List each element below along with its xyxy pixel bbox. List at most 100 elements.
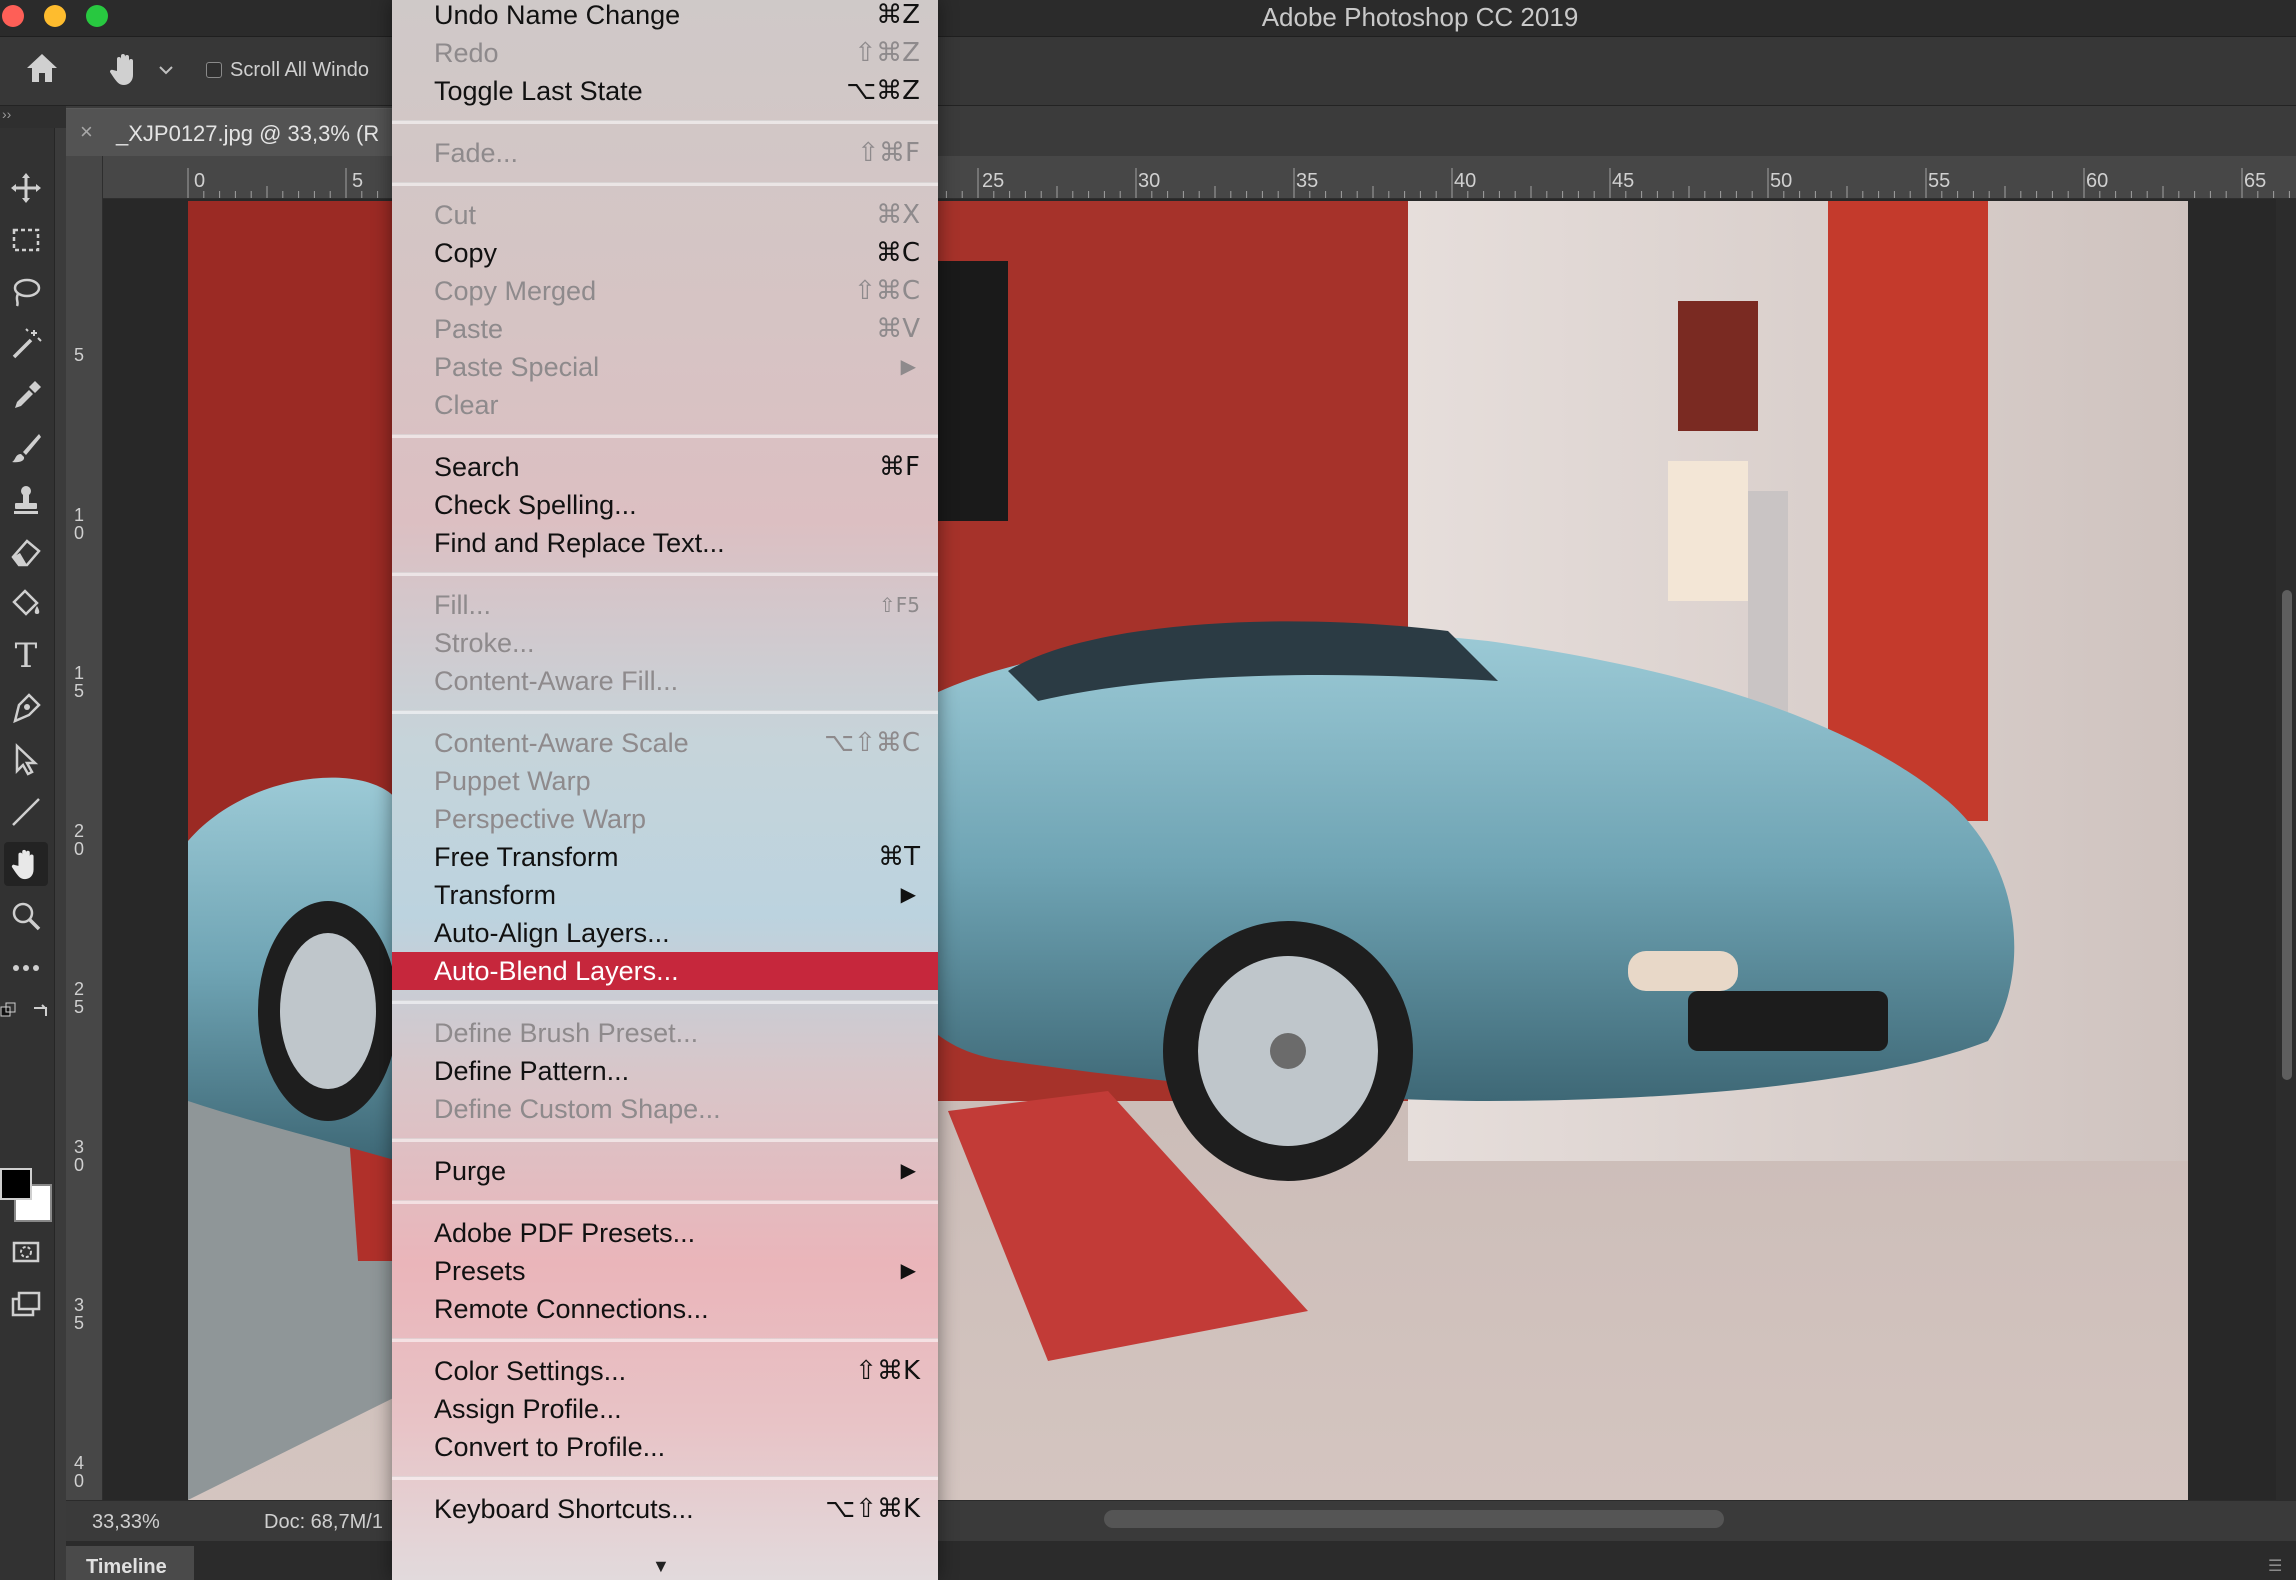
home-icon[interactable] xyxy=(24,51,60,90)
scroll-all-windows-label: Scroll All Windo xyxy=(230,59,369,81)
stamp-tool[interactable] xyxy=(4,478,48,522)
ruler-label: 35 xyxy=(1296,170,1319,192)
ruler-label: 35 xyxy=(74,1295,85,1333)
ruler-label: 20 xyxy=(74,821,85,859)
vertical-scrollbar-thumb[interactable] xyxy=(2282,590,2292,1080)
menu-item-auto-align-layers[interactable]: Auto-Align Layers... xyxy=(392,914,938,952)
horizontal-scrollbar-thumb[interactable] xyxy=(1104,1510,1724,1528)
menu-item-search[interactable]: Search ⌘F xyxy=(392,448,938,486)
brush-tool-icon xyxy=(12,434,41,463)
ruler-label: 45 xyxy=(1612,170,1635,192)
brush-tool[interactable] xyxy=(4,426,48,470)
checkbox-box[interactable] xyxy=(206,62,222,78)
submenu-arrow-icon: ▶ xyxy=(900,356,916,378)
preset-dropdown-icon[interactable] xyxy=(158,63,174,81)
window-title: Adobe Photoshop CC 2019 xyxy=(1261,2,1579,32)
menu-item-purge[interactable]: Purge ▶ xyxy=(392,1152,938,1190)
menu-item-clear: Clear xyxy=(434,390,499,420)
marquee-tool-icon xyxy=(12,228,40,252)
menu-scroll-down-icon[interactable]: ▼ xyxy=(652,1556,670,1577)
menu-separator xyxy=(392,1476,938,1480)
hand-tool[interactable] xyxy=(4,842,48,886)
ruler-label: 0 xyxy=(194,170,206,192)
zoom-level-field[interactable]: 33,33% xyxy=(92,1511,160,1534)
menu-item-auto-blend-layers[interactable]: Auto-Blend Layers... xyxy=(392,952,938,990)
close-icon[interactable]: × xyxy=(80,119,93,145)
menu-separator xyxy=(392,120,938,124)
marquee-tool[interactable] xyxy=(4,218,48,262)
document-tab[interactable]: × _XJP0127.jpg @ 33,3% (R xyxy=(66,108,396,157)
foreground-color-swatch[interactable] xyxy=(0,1168,32,1200)
menu-item-puppet-warp: Puppet Warp xyxy=(434,766,591,796)
timeline-tab-label: Timeline xyxy=(86,1556,167,1578)
menu-item-fill: Fill... ⇧F5 xyxy=(434,590,920,620)
magic-wand-tool-icon xyxy=(12,328,42,359)
zoom-tool[interactable] xyxy=(4,894,48,938)
scroll-all-windows-checkbox[interactable]: Scroll All Windo xyxy=(206,59,369,82)
menu-item-assign-profile[interactable]: Assign Profile... xyxy=(392,1390,938,1428)
window-close-button[interactable] xyxy=(2,5,24,27)
menu-item-transform[interactable]: Transform ▶ xyxy=(392,876,938,914)
ruler-label: 25 xyxy=(74,979,85,1017)
menu-item-content-aware-scale: Content-Aware Scale ⌥⇧⌘C xyxy=(434,728,920,758)
menu-item-color-settings[interactable]: Color Settings... ⇧⌘K xyxy=(392,1352,938,1390)
move-tool[interactable] xyxy=(4,166,48,210)
eraser-tool-icon xyxy=(11,539,41,567)
menu-item-define-pattern[interactable]: Define Pattern... xyxy=(392,1052,938,1090)
path-select-tool-icon xyxy=(15,743,39,776)
ruler-label: 10 xyxy=(74,505,85,543)
move-tool-icon xyxy=(11,173,41,203)
menu-item-adobe-pdf-presets[interactable]: Adobe PDF Presets... xyxy=(392,1214,938,1252)
vertical-ruler[interactable]: 5 10 15 20 25 30 35 40 xyxy=(66,156,103,1500)
menu-item-fade: Fade... ⇧⌘F xyxy=(434,138,920,168)
ruler-label: 30 xyxy=(1138,170,1161,192)
menu-item-keyboard-shortcuts[interactable]: Keyboard Shortcuts... ⌥⇧⌘K xyxy=(392,1490,938,1528)
menu-item-cut: Cut ⌘X xyxy=(434,200,920,230)
submenu-arrow-icon: ▶ xyxy=(900,884,916,906)
menu-item-undo-name-change[interactable]: Undo Name Change ⌘Z xyxy=(392,0,938,34)
paint-bucket-tool[interactable] xyxy=(4,582,48,626)
collapse-arrows-icon[interactable]: ›› xyxy=(2,106,11,122)
eyedropper-tool[interactable] xyxy=(4,374,48,418)
menu-item-copy[interactable]: Copy ⌘C xyxy=(392,234,938,272)
menu-item-check-spelling[interactable]: Check Spelling... xyxy=(392,486,938,524)
menu-separator xyxy=(392,710,938,714)
eraser-tool[interactable] xyxy=(4,530,48,574)
ruler-label: 25 xyxy=(982,170,1005,192)
eyedropper-tool-icon xyxy=(15,381,41,408)
pen-tool-icon xyxy=(13,693,41,724)
menu-item-free-transform[interactable]: Free Transform ⌘T xyxy=(392,838,938,876)
screen-mode-button[interactable] xyxy=(4,1282,48,1326)
type-tool[interactable]: T xyxy=(4,634,48,678)
menu-separator xyxy=(392,1000,938,1004)
window-maximize-button[interactable] xyxy=(86,5,108,27)
window-minimize-button[interactable] xyxy=(44,5,66,27)
more-tools-icon xyxy=(13,965,39,971)
swap-colors-icon[interactable] xyxy=(30,1002,50,1027)
line-tool[interactable] xyxy=(4,790,48,834)
menu-item-presets[interactable]: Presets ▶ xyxy=(392,1252,938,1290)
menu-item-find-and-replace-text[interactable]: Find and Replace Text... xyxy=(392,524,938,562)
menu-separator xyxy=(392,1200,938,1204)
menu-separator xyxy=(392,1138,938,1142)
panel-menu-icon[interactable]: ☰ xyxy=(2268,1556,2282,1576)
lasso-tool[interactable] xyxy=(4,270,48,314)
paint-bucket-tool-icon xyxy=(12,589,40,616)
default-colors-icon[interactable] xyxy=(0,1002,18,1025)
stamp-tool-icon xyxy=(14,486,38,514)
zoom-tool-icon xyxy=(12,902,41,931)
menu-item-convert-to-profile[interactable]: Convert to Profile... xyxy=(392,1428,938,1466)
hand-tool-icon xyxy=(11,849,34,880)
hand-tool-preset-icon[interactable] xyxy=(108,51,142,92)
quick-mask-button[interactable] xyxy=(4,1230,48,1274)
menu-item-remote-connections[interactable]: Remote Connections... xyxy=(392,1290,938,1328)
more-tools[interactable] xyxy=(4,946,48,990)
pen-tool[interactable] xyxy=(4,686,48,730)
menu-item-toggle-last-state[interactable]: Toggle Last State ⌥⌘Z xyxy=(392,72,938,110)
type-tool-icon: T xyxy=(14,636,38,676)
magic-wand-tool[interactable] xyxy=(4,322,48,366)
quick-mask-icon xyxy=(12,1241,40,1263)
path-selection-tool[interactable] xyxy=(4,738,48,782)
document-size-info[interactable]: Doc: 68,7M/1 xyxy=(264,1511,383,1534)
menu-item-stroke: Stroke... xyxy=(434,628,535,658)
